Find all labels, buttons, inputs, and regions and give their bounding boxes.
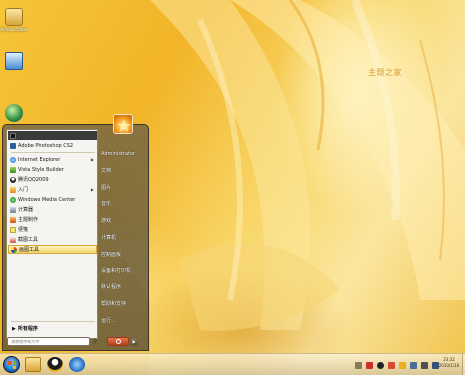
sticky-notes-icon (10, 226, 16, 233)
tray-app-icon[interactable] (388, 361, 395, 369)
start-link-computer[interactable]: 计算机 (101, 234, 116, 241)
start-item-internet-explorer[interactable]: Internet Explorer ▶ (8, 155, 97, 164)
user-picture[interactable] (113, 114, 133, 134)
desktop-icon-label: Administrator (0, 27, 28, 32)
start-link-user[interactable]: Administrator (101, 151, 135, 157)
getting-started-icon (10, 186, 16, 193)
start-menu-separator (11, 321, 95, 322)
start-item-media-center[interactable]: Windows Media Center (8, 195, 97, 204)
start-item-snipping-tool[interactable]: 截图工具 (8, 235, 97, 244)
all-programs-button[interactable]: ▶ 所有程序 (10, 324, 99, 333)
start-item-getting-started[interactable]: 入门 ▶ (8, 185, 97, 194)
start-item-label: 主题制作 (18, 217, 39, 223)
clock-date: 2010/1/16 (438, 363, 460, 368)
shutdown-group: ▶ (107, 337, 145, 347)
start-button[interactable] (3, 356, 20, 373)
all-programs-label: 所有程序 (17, 326, 38, 332)
qq-icon (10, 176, 16, 183)
start-item-label: 便笺 (18, 227, 29, 233)
snipping-tool-icon (10, 236, 16, 243)
start-item-theme-maker[interactable]: 主题制作 (8, 215, 97, 224)
taskbar-qq-button[interactable] (47, 357, 63, 372)
start-menu-programs-pane: Adobe Photoshop CS2 Internet Explorer ▶ … (6, 129, 98, 339)
start-item-label: Internet Explorer (18, 156, 61, 163)
start-link-help-support[interactable]: 帮助和支持 (101, 300, 126, 307)
chevron-right-icon: ▶ (132, 339, 136, 344)
start-item-label: 入门 (18, 187, 29, 193)
start-item-vista-style-builder[interactable]: Vista Style Builder (8, 165, 97, 174)
start-item-calculator[interactable]: 计算器 (8, 205, 97, 214)
taskbar-clock[interactable]: 23:32 2010/1/16 (436, 357, 462, 369)
tray-chevron-icon[interactable] (355, 361, 362, 369)
start-item-photoshop[interactable]: Adobe Photoshop CS2 (8, 141, 97, 150)
start-item-label: 画图工具 (19, 247, 40, 253)
start-item-qq2009[interactable]: 腾讯QQ2009 (8, 175, 97, 184)
start-link-control-panel[interactable]: 控制面板 (101, 251, 121, 258)
search-icon[interactable]: ⚲ (91, 338, 99, 345)
wallpaper-watermark: 主题之家 (368, 68, 402, 77)
start-menu: Adobe Photoshop CS2 Internet Explorer ▶ … (2, 114, 149, 352)
start-link-run[interactable]: 运行... (101, 317, 116, 324)
start-link-games[interactable]: 游戏 (101, 217, 111, 224)
computer-icon (5, 52, 23, 70)
photoshop-icon (10, 142, 16, 149)
tray-flag-icon[interactable] (399, 361, 406, 369)
play-arrow-icon: ▶ (12, 325, 16, 332)
shutdown-options-button[interactable]: ▶ (130, 337, 138, 346)
start-link-pictures[interactable]: 图片 (101, 184, 111, 191)
start-link-documents[interactable]: 文档 (101, 167, 111, 174)
terminal-icon (10, 132, 16, 139)
start-item-label: 计算器 (18, 207, 34, 213)
start-item-label: 截图工具 (18, 237, 39, 243)
start-item-label: Vista Style Builder (18, 166, 64, 173)
taskbar-ie-button[interactable] (69, 357, 85, 372)
taskbar-explorer-button[interactable] (25, 357, 41, 372)
start-menu-links-pane: Administrator 文档 图片 音乐 游戏 计算机 控制面板 设备和打印… (99, 114, 149, 352)
submenu-arrow-icon: ▶ (90, 157, 94, 162)
start-item-label: 腾讯QQ2009 (18, 177, 49, 183)
desktop-icon-network[interactable] (0, 104, 28, 122)
network-icon (5, 104, 23, 122)
tray-qq-icon[interactable] (377, 361, 384, 369)
start-link-default-programs[interactable]: 默认程序 (101, 283, 121, 290)
start-menu-separator (11, 152, 95, 153)
desktop-icon-computer[interactable] (0, 52, 28, 70)
start-item-label: Windows Media Center (18, 196, 76, 203)
media-center-icon (10, 196, 16, 203)
ie-icon (10, 156, 16, 163)
taskbar: 23:32 2010/1/16 (0, 353, 465, 375)
windows-logo-icon (8, 361, 16, 369)
start-link-music[interactable]: 音乐 (101, 200, 111, 207)
desktop-icon-administrator[interactable]: Administrator (0, 8, 28, 32)
start-search-input[interactable]: 搜索程序和文件 (7, 337, 90, 346)
start-link-devices-printers[interactable]: 设备和打印机 (101, 267, 131, 274)
theme-maker-icon (10, 216, 16, 223)
style-builder-icon (10, 166, 16, 173)
tray-shield-icon[interactable] (366, 361, 373, 369)
start-item-sticky-notes[interactable]: 便笺 (8, 225, 97, 234)
submenu-arrow-icon: ▶ (90, 187, 94, 192)
user-folder-icon (5, 8, 23, 26)
shutdown-button[interactable] (107, 337, 129, 346)
system-tray (355, 358, 439, 372)
start-item-label: Adobe Photoshop CS2 (18, 142, 74, 149)
paint-icon (11, 246, 17, 253)
start-item-pinned-0[interactable] (8, 131, 97, 140)
calculator-icon (10, 206, 16, 213)
tray-volume-icon[interactable] (421, 361, 428, 369)
start-item-paint[interactable]: 画图工具 (8, 245, 97, 254)
tray-network-icon[interactable] (410, 361, 417, 369)
power-icon (115, 339, 121, 344)
